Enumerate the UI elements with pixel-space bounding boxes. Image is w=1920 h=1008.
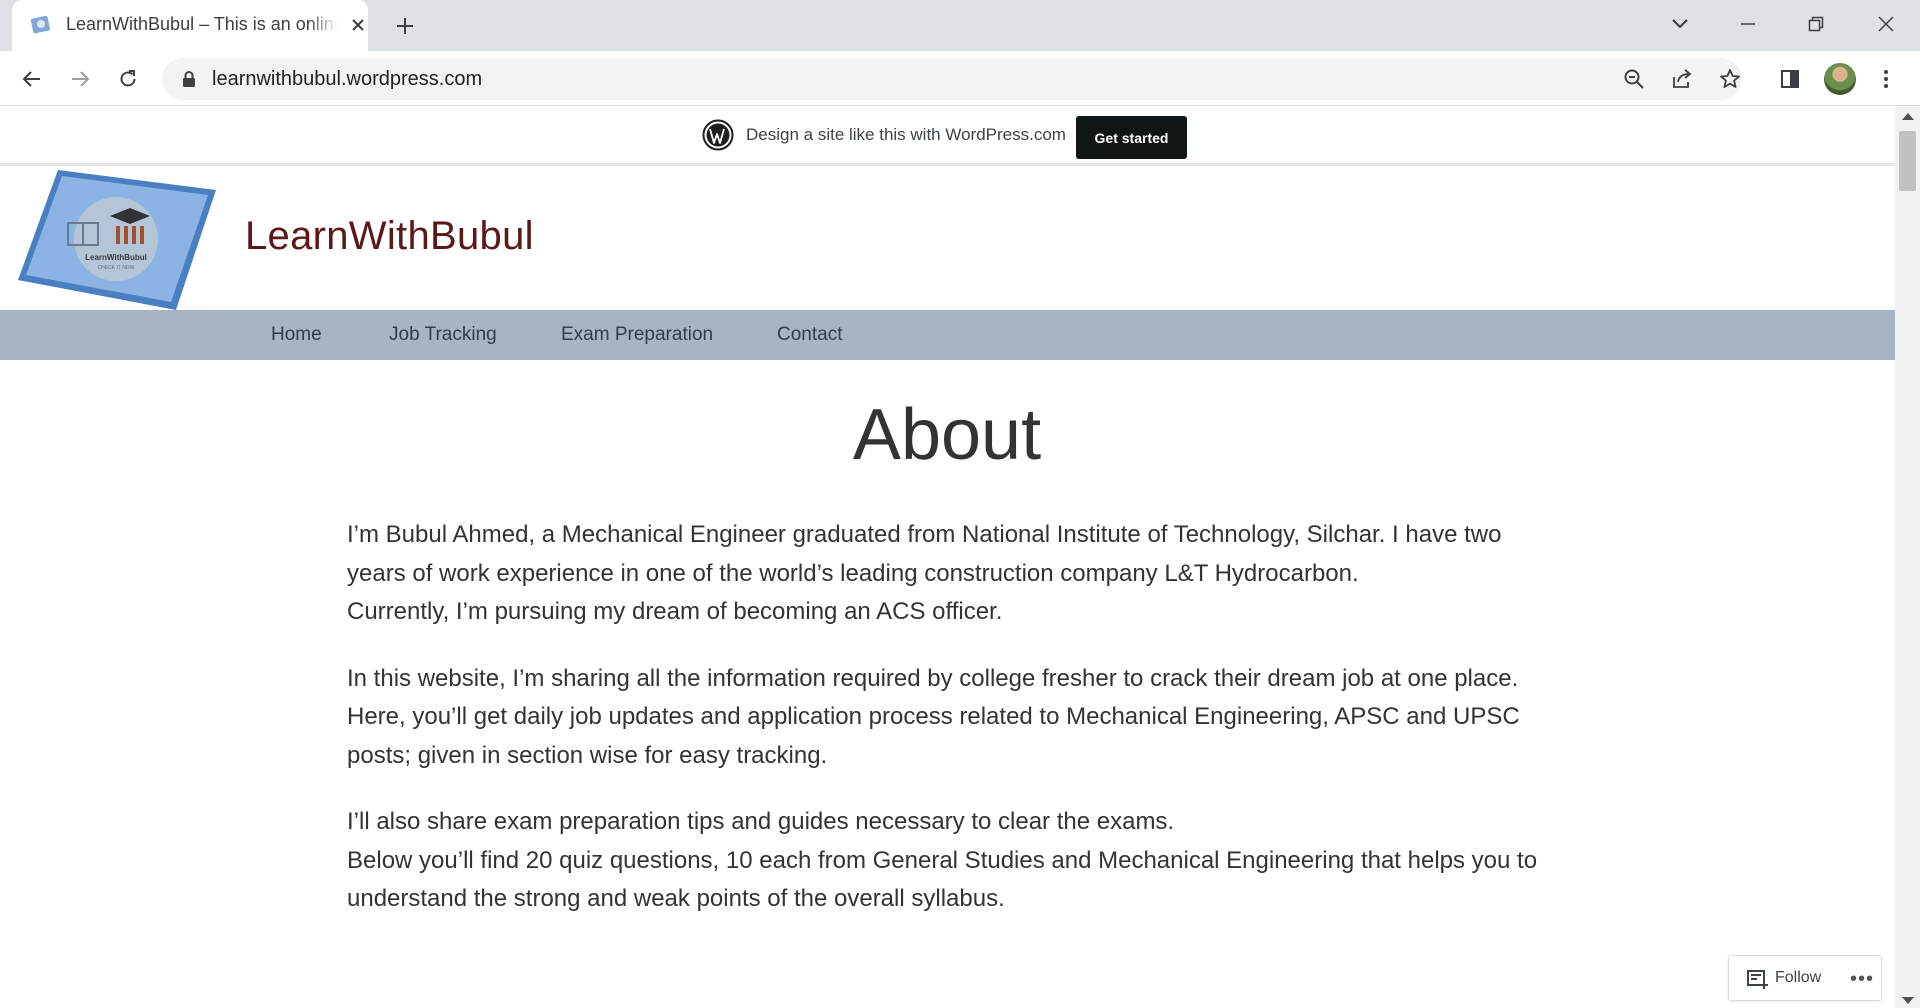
address-bar[interactable]: learnwithbubul.wordpress.com	[162, 58, 1742, 100]
nav-item-contact[interactable]: Contact	[777, 324, 842, 346]
profile-avatar[interactable]	[1824, 63, 1856, 95]
reader-follow-icon[interactable]	[1747, 969, 1769, 989]
about-paragraph-3: I’ll also share exam preparation tips an…	[347, 803, 1547, 919]
page-title: About	[852, 395, 1042, 475]
svg-text:CHECK IT NOW: CHECK IT NOW	[98, 265, 135, 271]
paragraph-line: I’ll also share exam preparation tips an…	[347, 808, 1175, 836]
browser-tab-strip: LearnWithBubul – This is an online	[0, 0, 1920, 51]
minimize-icon[interactable]	[1728, 6, 1768, 42]
scroll-up-arrow-icon[interactable]	[1902, 113, 1914, 120]
site-logo[interactable]: LearnWithBubul CHECK IT NOW	[18, 168, 216, 310]
reload-icon[interactable]	[110, 61, 146, 97]
site-header: LearnWithBubul CHECK IT NOW LearnWithBub…	[0, 166, 1895, 310]
get-started-button[interactable]: Get started	[1076, 116, 1187, 159]
main-navigation: Home Job Tracking Exam Preparation Conta…	[0, 310, 1895, 360]
zoom-icon[interactable]	[1618, 64, 1650, 94]
more-options-icon[interactable]: •••	[1850, 968, 1874, 991]
svg-text:LearnWithBubul: LearnWithBubul	[85, 253, 147, 262]
page-scrollbar[interactable]	[1895, 107, 1920, 1008]
wordpress-banner-text: Design a site like this with WordPress.c…	[746, 125, 1066, 144]
paragraph-line: I’m Bubul Ahmed, a Mechanical Engineer g…	[347, 521, 1502, 587]
side-panel-icon[interactable]	[1772, 61, 1808, 97]
about-paragraph-2: In this website, I’m sharing all the inf…	[347, 660, 1547, 776]
wordpress-banner: Design a site like this with WordPress.c…	[0, 107, 1895, 166]
tab-close-icon[interactable]	[346, 13, 370, 37]
site-title[interactable]: LearnWithBubul	[245, 214, 534, 259]
follow-widget: Follow •••	[1728, 955, 1882, 1001]
paragraph-line: Currently, I’m pursuing my dream of beco…	[347, 598, 1003, 626]
browser-tab-active[interactable]: LearnWithBubul – This is an online	[12, 0, 368, 51]
about-paragraph-1: I’m Bubul Ahmed, a Mechanical Engineer g…	[347, 516, 1547, 632]
url-text[interactable]: learnwithbubul.wordpress.com	[212, 68, 482, 91]
paragraph-line: Below you’ll find 20 quiz questions, 10 …	[347, 846, 1538, 913]
back-arrow-icon[interactable]	[14, 61, 50, 97]
nav-item-job-tracking[interactable]: Job Tracking	[389, 324, 497, 346]
wordpress-logo-icon	[702, 119, 734, 151]
browser-toolbar: learnwithbubul.wordpress.com	[0, 51, 1920, 106]
tab-title: LearnWithBubul – This is an online	[66, 14, 338, 35]
new-tab-plus-icon[interactable]	[390, 11, 420, 41]
tab-search-chevron-icon[interactable]	[1660, 6, 1700, 42]
lock-icon	[183, 71, 195, 87]
page-viewport: Design a site like this with WordPress.c…	[0, 107, 1895, 1008]
kebab-menu-icon[interactable]	[1868, 61, 1904, 97]
site-favicon-icon	[30, 15, 50, 34]
paragraph-line: In this website, I’m sharing all the inf…	[347, 664, 1520, 769]
bookmark-star-icon[interactable]	[1714, 64, 1746, 94]
page-content: About I’m Bubul Ahmed, a Mechanical Engi…	[347, 392, 1547, 919]
close-window-icon[interactable]	[1866, 6, 1906, 42]
scroll-down-arrow-icon[interactable]	[1902, 997, 1914, 1004]
forward-arrow-icon[interactable]	[62, 61, 98, 97]
nav-item-exam-preparation[interactable]: Exam Preparation	[561, 324, 713, 346]
share-icon[interactable]	[1666, 64, 1698, 94]
scrollbar-thumb[interactable]	[1899, 131, 1916, 191]
nav-item-home[interactable]: Home	[271, 324, 322, 346]
follow-button[interactable]: Follow	[1775, 969, 1821, 987]
restore-icon[interactable]	[1796, 6, 1836, 42]
